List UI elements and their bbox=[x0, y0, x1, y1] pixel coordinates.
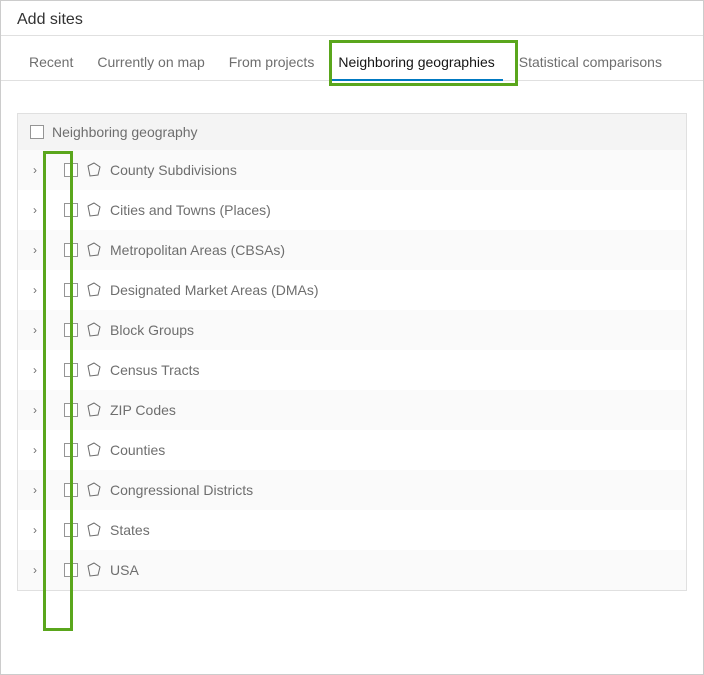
section-header: Neighboring geography bbox=[18, 114, 686, 150]
polygon-icon bbox=[86, 282, 102, 298]
polygon-icon bbox=[86, 322, 102, 338]
list-item: › USA bbox=[18, 550, 686, 590]
polygon-icon bbox=[86, 522, 102, 538]
item-checkbox[interactable] bbox=[64, 443, 78, 457]
item-label: Congressional Districts bbox=[110, 482, 253, 498]
item-label: States bbox=[110, 522, 150, 538]
tab-recent[interactable]: Recent bbox=[17, 48, 85, 80]
item-label: ZIP Codes bbox=[110, 402, 176, 418]
list-item: › Metropolitan Areas (CBSAs) bbox=[18, 230, 686, 270]
neighboring-geography-section: Neighboring geography › County Subdivisi… bbox=[17, 113, 687, 591]
item-checkbox[interactable] bbox=[64, 403, 78, 417]
select-all-checkbox[interactable] bbox=[30, 125, 44, 139]
list-item: › States bbox=[18, 510, 686, 550]
item-label: Census Tracts bbox=[110, 362, 199, 378]
item-checkbox[interactable] bbox=[64, 243, 78, 257]
expand-chevron-icon[interactable]: › bbox=[30, 403, 40, 417]
polygon-icon bbox=[86, 402, 102, 418]
polygon-icon bbox=[86, 482, 102, 498]
item-label: Counties bbox=[110, 442, 165, 458]
list-item: › Congressional Districts bbox=[18, 470, 686, 510]
expand-chevron-icon[interactable]: › bbox=[30, 163, 40, 177]
item-label: USA bbox=[110, 562, 139, 578]
tabs: Recent Currently on map From projects Ne… bbox=[1, 36, 703, 81]
item-label: Designated Market Areas (DMAs) bbox=[110, 282, 319, 298]
polygon-icon bbox=[86, 442, 102, 458]
polygon-icon bbox=[86, 162, 102, 178]
polygon-icon bbox=[86, 562, 102, 578]
item-checkbox[interactable] bbox=[64, 523, 78, 537]
item-checkbox[interactable] bbox=[64, 483, 78, 497]
expand-chevron-icon[interactable]: › bbox=[30, 483, 40, 497]
tab-currently-on-map[interactable]: Currently on map bbox=[85, 48, 216, 80]
expand-chevron-icon[interactable]: › bbox=[30, 443, 40, 457]
list-item: › Designated Market Areas (DMAs) bbox=[18, 270, 686, 310]
tab-from-projects[interactable]: From projects bbox=[217, 48, 327, 80]
item-label: Metropolitan Areas (CBSAs) bbox=[110, 242, 285, 258]
polygon-icon bbox=[86, 242, 102, 258]
item-checkbox[interactable] bbox=[64, 363, 78, 377]
expand-chevron-icon[interactable]: › bbox=[30, 363, 40, 377]
section-header-label: Neighboring geography bbox=[52, 124, 198, 140]
expand-chevron-icon[interactable]: › bbox=[30, 523, 40, 537]
list-item: › Cities and Towns (Places) bbox=[18, 190, 686, 230]
expand-chevron-icon[interactable]: › bbox=[30, 243, 40, 257]
tab-statistical-comparisons[interactable]: Statistical comparisons bbox=[507, 48, 674, 80]
list-item: › County Subdivisions bbox=[18, 150, 686, 190]
item-checkbox[interactable] bbox=[64, 163, 78, 177]
item-checkbox[interactable] bbox=[64, 323, 78, 337]
expand-chevron-icon[interactable]: › bbox=[30, 563, 40, 577]
expand-chevron-icon[interactable]: › bbox=[30, 323, 40, 337]
item-checkbox[interactable] bbox=[64, 203, 78, 217]
tab-neighboring-geographies[interactable]: Neighboring geographies bbox=[326, 48, 506, 80]
polygon-icon bbox=[86, 202, 102, 218]
expand-chevron-icon[interactable]: › bbox=[30, 283, 40, 297]
page-title: Add sites bbox=[1, 1, 703, 36]
list-item: › ZIP Codes bbox=[18, 390, 686, 430]
list-item: › Counties bbox=[18, 430, 686, 470]
item-label: Cities and Towns (Places) bbox=[110, 202, 271, 218]
item-checkbox[interactable] bbox=[64, 563, 78, 577]
list-item: › Block Groups bbox=[18, 310, 686, 350]
expand-chevron-icon[interactable]: › bbox=[30, 203, 40, 217]
item-checkbox[interactable] bbox=[64, 283, 78, 297]
list-item: › Census Tracts bbox=[18, 350, 686, 390]
item-label: County Subdivisions bbox=[110, 162, 237, 178]
polygon-icon bbox=[86, 362, 102, 378]
item-label: Block Groups bbox=[110, 322, 194, 338]
